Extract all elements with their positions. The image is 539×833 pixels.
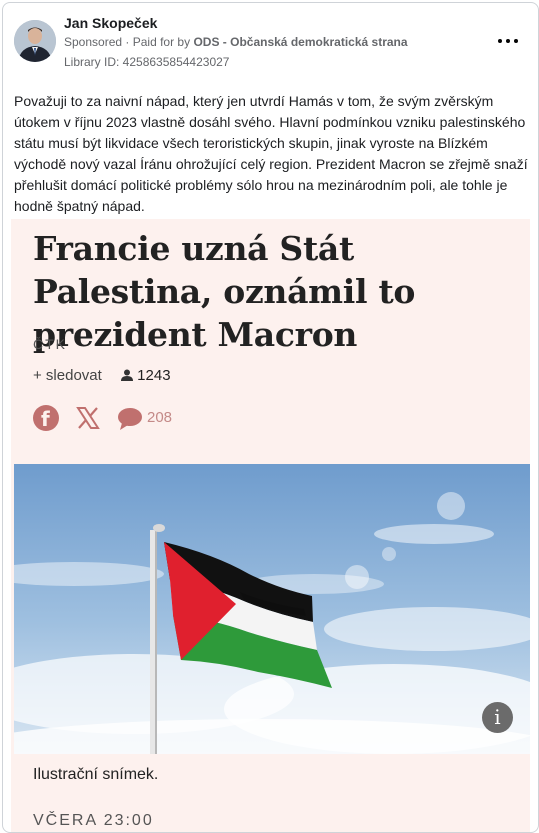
photo-caption: Ilustrační snímek.: [33, 766, 159, 783]
followers-count: 1243: [121, 367, 171, 384]
followers-value: 1243: [137, 367, 171, 384]
sponsored-line: Sponsored · Paid for by ODS - Občanská d…: [64, 35, 408, 49]
library-id: Library ID: 4258635854423027: [64, 55, 230, 69]
more-options-icon[interactable]: [496, 33, 520, 49]
avatar[interactable]: [14, 20, 56, 62]
article-date: VČERA 23:00: [33, 812, 154, 829]
info-icon[interactable]: i: [482, 702, 513, 733]
sponsored-label: Sponsored: [64, 35, 123, 49]
article-source: ČTK: [33, 336, 67, 352]
article-headline[interactable]: Francie uzná Stát Palestina, oznámil to …: [33, 227, 513, 356]
facebook-icon[interactable]: f: [33, 405, 59, 431]
article-photo[interactable]: i: [14, 464, 530, 754]
ad-card: Jan Skopeček Sponsored · Paid for by ODS…: [2, 2, 539, 833]
author-name[interactable]: Jan Skopeček: [64, 15, 157, 31]
follow-button[interactable]: + sledovat: [33, 367, 102, 384]
post-header: Jan Skopeček Sponsored · Paid for by ODS…: [3, 3, 538, 83]
x-icon[interactable]: [75, 405, 101, 431]
post-text: Považuji to za naivní nápad, který jen u…: [14, 93, 528, 214]
payer-link[interactable]: ODS - Občanská demokratická strana: [193, 35, 407, 49]
separator-dot: ·: [125, 35, 133, 49]
comment-count[interactable]: 208: [147, 409, 172, 426]
article-preview[interactable]: Francie uzná Stát Palestina, oznámil to …: [11, 219, 530, 832]
person-icon: [121, 369, 133, 381]
palestine-flag-image: [14, 464, 530, 754]
comment-icon[interactable]: [117, 407, 143, 431]
paid-for-label: Paid for by: [132, 35, 191, 49]
